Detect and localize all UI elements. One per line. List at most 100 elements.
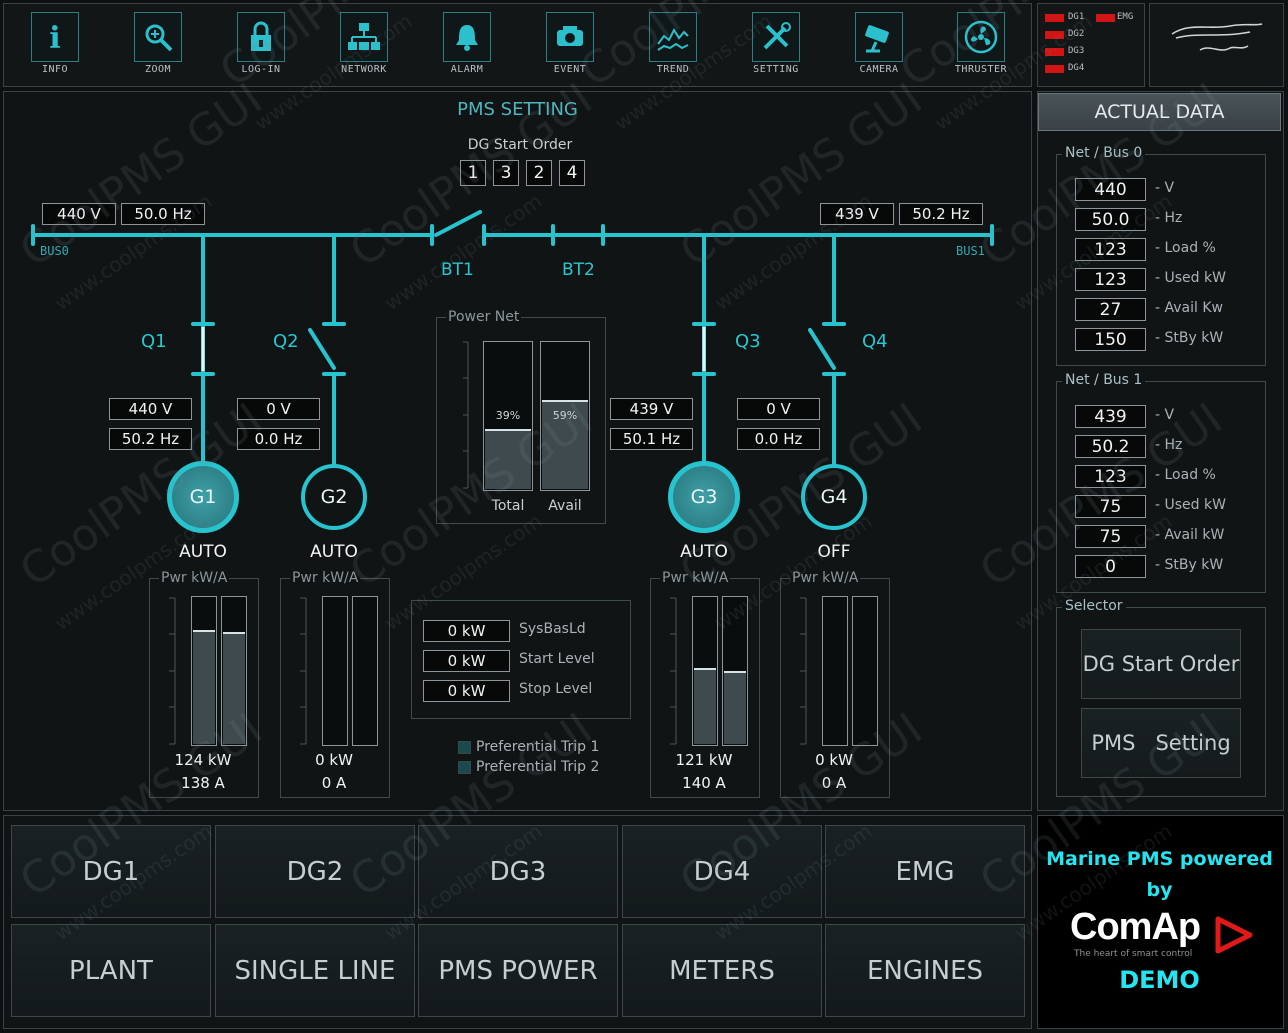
- bus0-value: 50.0: [1075, 208, 1146, 231]
- gen-frequency: 50.1 Hz: [610, 428, 693, 450]
- nav-pms-power-button[interactable]: PMS POWER: [418, 924, 618, 1017]
- gen-kw: 0 kW: [815, 751, 853, 769]
- dg3-status-led: [1045, 48, 1064, 56]
- gen-frequency: 0.0 Hz: [737, 428, 820, 450]
- bus1-value: 75: [1075, 495, 1146, 518]
- dg-start-order-button[interactable]: DG Start Order: [1081, 629, 1241, 699]
- gen-amps: 0 A: [321, 774, 347, 792]
- brand-line1: Marine PMS powered: [1046, 848, 1273, 870]
- net-bus1-title: Net / Bus 1: [1062, 372, 1146, 388]
- bus0-label: - Hz: [1155, 210, 1183, 226]
- power-bar: [221, 596, 247, 746]
- preferential-trip-2-label: Preferential Trip 2: [476, 759, 600, 775]
- level-value[interactable]: 0 kW: [423, 650, 510, 672]
- level-label: Stop Level: [519, 681, 593, 697]
- power-net-total-fill: [485, 429, 531, 489]
- bus1-label: - StBy kW: [1155, 557, 1224, 573]
- gen-frequency: 50.2 Hz: [109, 428, 192, 450]
- dg4-status-label: DG4: [1068, 63, 1085, 73]
- level-value[interactable]: 0 kW: [423, 680, 510, 702]
- generator-label: G4: [820, 486, 848, 508]
- selector-title: Selector: [1062, 598, 1126, 614]
- power-bar-fill: [223, 632, 245, 744]
- nav-meters-button[interactable]: METERS: [622, 924, 822, 1017]
- power-bar: [191, 596, 217, 746]
- q3-label[interactable]: Q3: [735, 331, 761, 352]
- bus1-value: 439: [1075, 405, 1146, 428]
- power-net-avail-bar: 59%: [540, 341, 590, 491]
- power-frame-title: Pwr kW/A: [660, 570, 731, 586]
- bus1-label: BUS1: [956, 244, 985, 258]
- power-net-avail-label: Avail: [548, 498, 582, 514]
- q4-label[interactable]: Q4: [862, 331, 888, 352]
- gen-amps: 0 A: [821, 774, 847, 792]
- dg1-status-led: [1045, 14, 1064, 22]
- nav-dg2-button[interactable]: DG2: [215, 825, 415, 918]
- nav-plant-button[interactable]: PLANT: [11, 924, 211, 1017]
- power-net-total-pct: 39%: [495, 409, 521, 422]
- bus0-label: BUS0: [40, 244, 69, 258]
- preferential-trip-1-label: Preferential Trip 1: [476, 739, 600, 755]
- level-value[interactable]: 0 kW: [423, 620, 510, 642]
- power-bar-fill: [724, 671, 746, 744]
- generator-mode: AUTO: [680, 542, 728, 562]
- brand-line2: by: [1146, 879, 1173, 901]
- bt2-label[interactable]: BT2: [562, 260, 595, 280]
- generator-g4[interactable]: G4: [801, 464, 867, 530]
- net-bus0-title: Net / Bus 0: [1062, 145, 1146, 161]
- generator-mode: AUTO: [179, 542, 227, 562]
- bus0-label: - StBy kW: [1155, 330, 1224, 346]
- power-bar-fill: [193, 630, 215, 744]
- generator-g3[interactable]: G3: [668, 461, 740, 533]
- gen-frequency: 0.0 Hz: [237, 428, 320, 450]
- generator-label: G3: [690, 486, 718, 508]
- bus0-value: 150: [1075, 328, 1146, 351]
- bus1-label: - Hz: [1155, 437, 1183, 453]
- nav-dg1-button[interactable]: DG1: [11, 825, 211, 918]
- nav-emg-button[interactable]: EMG: [825, 825, 1025, 918]
- gen-kw: 124 kW: [174, 751, 232, 769]
- dg2-status-led: [1045, 31, 1064, 39]
- level-label: Start Level: [519, 651, 595, 667]
- power-bar: [852, 596, 878, 746]
- power-net-avail-pct: 59%: [552, 409, 578, 422]
- power-bar: [722, 596, 748, 746]
- generator-g1[interactable]: G1: [167, 461, 239, 533]
- dg2-status-label: DG2: [1068, 29, 1085, 39]
- emg-status-led: [1096, 14, 1115, 22]
- nav-engines-button[interactable]: ENGINES: [825, 924, 1025, 1017]
- gen-voltage: 0 V: [237, 398, 320, 420]
- brand-logo-icon: [1171, 23, 1263, 51]
- bus1-label: - Used kW: [1155, 497, 1226, 513]
- power-frame-title: Pwr kW/A: [159, 570, 230, 586]
- q2-label[interactable]: Q2: [273, 331, 299, 352]
- nav-dg4-button[interactable]: DG4: [622, 825, 822, 918]
- q1-label[interactable]: Q1: [141, 331, 167, 352]
- gen-voltage: 439 V: [610, 398, 693, 420]
- generator-label: G1: [189, 486, 217, 508]
- bus0-label: - Used kW: [1155, 270, 1226, 286]
- comap-logo-icon: [1215, 916, 1253, 954]
- bus0-value: 27: [1075, 298, 1146, 321]
- bus0-value: 123: [1075, 238, 1146, 261]
- bus1-value: 0: [1075, 555, 1146, 578]
- power-bar: [822, 596, 848, 746]
- pms-setting-button[interactable]: PMS Setting: [1081, 708, 1241, 778]
- bus0-label: - Avail Kw: [1155, 300, 1223, 316]
- nav-single-line-button[interactable]: SINGLE LINE: [215, 924, 415, 1017]
- power-bar: [352, 596, 378, 746]
- bus0-value: 440: [1075, 178, 1146, 201]
- comap-logo-text: ComAp: [1070, 906, 1201, 948]
- dg4-status-led: [1045, 65, 1064, 73]
- gen-voltage: 440 V: [109, 398, 192, 420]
- preferential-trip-2-checkbox[interactable]: [458, 761, 471, 774]
- nav-dg3-button[interactable]: DG3: [418, 825, 618, 918]
- actual-data-header[interactable]: ACTUAL DATA: [1038, 93, 1281, 131]
- bt1-breaker: [434, 210, 482, 237]
- generator-g2[interactable]: G2: [301, 464, 367, 530]
- bus0-label: - Load %: [1155, 240, 1216, 256]
- preferential-trip-1-checkbox[interactable]: [458, 741, 471, 754]
- power-frame-title: Pwr kW/A: [790, 570, 861, 586]
- bus0-label: - V: [1155, 180, 1175, 196]
- bt1-label[interactable]: BT1: [441, 260, 474, 280]
